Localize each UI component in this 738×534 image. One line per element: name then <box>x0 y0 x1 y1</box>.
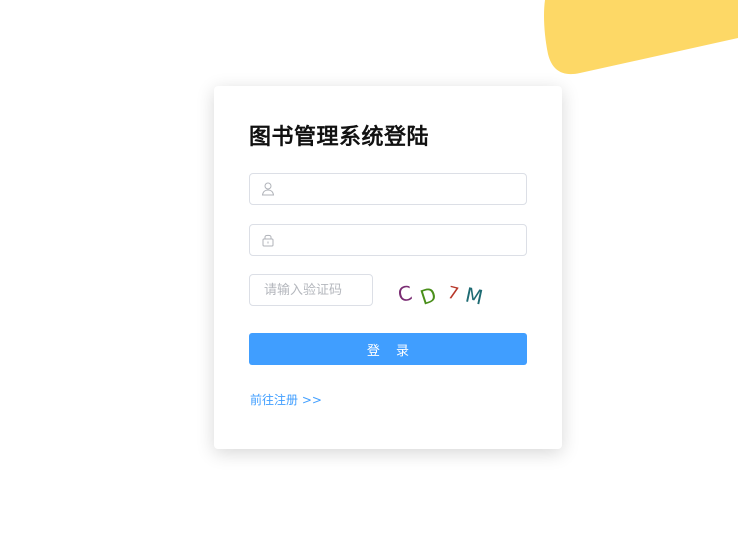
login-page: 图书管理系统登陆 C D 7 M <box>0 0 738 534</box>
captcha-char-1: C <box>396 281 415 307</box>
lock-icon <box>262 234 274 247</box>
username-input[interactable] <box>282 174 520 204</box>
captcha-char-3: 7 <box>445 283 460 305</box>
password-input[interactable] <box>282 225 520 255</box>
user-icon <box>261 182 275 196</box>
captcha-input[interactable] <box>264 275 368 305</box>
password-field[interactable] <box>249 224 527 256</box>
captcha-char-4: M <box>463 283 485 308</box>
captcha-image[interactable]: C D 7 M <box>392 274 502 308</box>
captcha-char-2: D <box>417 282 439 308</box>
page-title: 图书管理系统登陆 <box>249 125 430 150</box>
captcha-field[interactable] <box>249 274 373 306</box>
login-card: 图书管理系统登陆 C D 7 M <box>214 86 562 449</box>
username-field[interactable] <box>249 173 527 205</box>
login-button[interactable]: 登 录 <box>249 333 527 365</box>
register-link[interactable]: 前往注册 >> <box>250 391 322 408</box>
